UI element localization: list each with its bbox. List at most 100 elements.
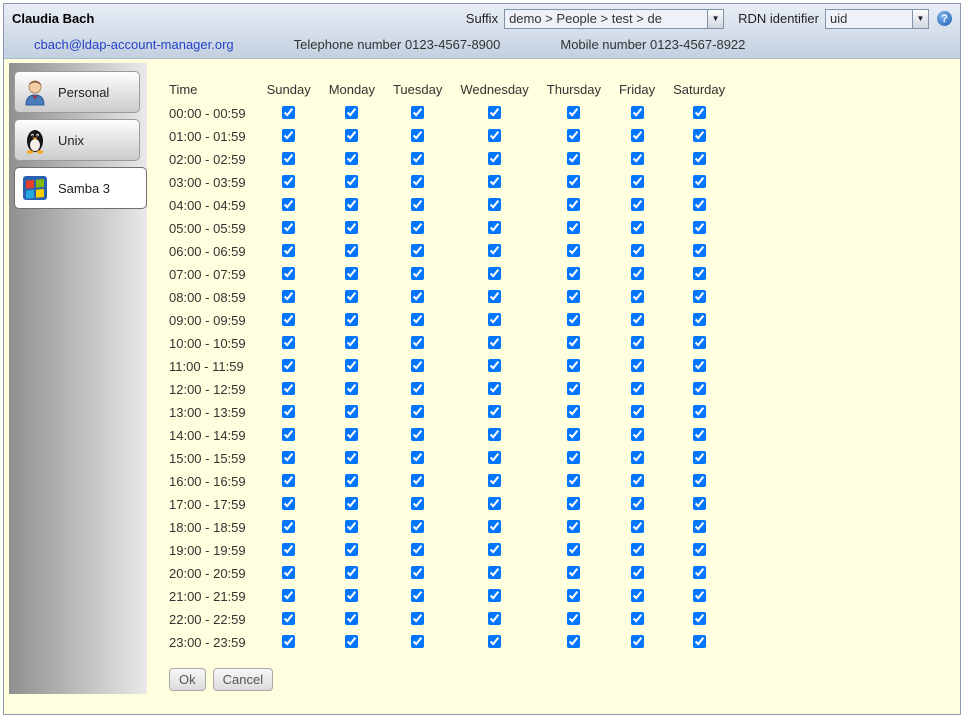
hour-checkbox[interactable]: [345, 129, 358, 142]
hour-checkbox[interactable]: [488, 474, 501, 487]
hour-checkbox[interactable]: [282, 290, 295, 303]
hour-checkbox[interactable]: [693, 382, 706, 395]
hour-checkbox[interactable]: [282, 543, 295, 556]
hour-checkbox[interactable]: [488, 290, 501, 303]
hour-checkbox[interactable]: [411, 175, 424, 188]
hour-checkbox[interactable]: [411, 267, 424, 280]
hour-checkbox[interactable]: [693, 198, 706, 211]
hour-checkbox[interactable]: [345, 106, 358, 119]
hour-checkbox[interactable]: [567, 359, 580, 372]
hour-checkbox[interactable]: [411, 152, 424, 165]
hour-checkbox[interactable]: [567, 313, 580, 326]
hour-checkbox[interactable]: [282, 267, 295, 280]
hour-checkbox[interactable]: [411, 106, 424, 119]
hour-checkbox[interactable]: [282, 428, 295, 441]
hour-checkbox[interactable]: [488, 129, 501, 142]
hour-checkbox[interactable]: [488, 589, 501, 602]
hour-checkbox[interactable]: [411, 405, 424, 418]
hour-checkbox[interactable]: [411, 290, 424, 303]
hour-checkbox[interactable]: [411, 336, 424, 349]
hour-checkbox[interactable]: [488, 175, 501, 188]
hour-checkbox[interactable]: [631, 405, 644, 418]
hour-checkbox[interactable]: [631, 244, 644, 257]
hour-checkbox[interactable]: [567, 106, 580, 119]
rdn-identifier-select[interactable]: uid ▼: [825, 9, 929, 29]
hour-checkbox[interactable]: [693, 520, 706, 533]
hour-checkbox[interactable]: [693, 290, 706, 303]
hour-checkbox[interactable]: [631, 543, 644, 556]
hour-checkbox[interactable]: [411, 244, 424, 257]
hour-checkbox[interactable]: [345, 267, 358, 280]
hour-checkbox[interactable]: [567, 290, 580, 303]
hour-checkbox[interactable]: [693, 543, 706, 556]
hour-checkbox[interactable]: [282, 405, 295, 418]
hour-checkbox[interactable]: [631, 359, 644, 372]
hour-checkbox[interactable]: [567, 175, 580, 188]
hour-checkbox[interactable]: [631, 267, 644, 280]
ok-button[interactable]: Ok: [169, 668, 206, 691]
hour-checkbox[interactable]: [631, 566, 644, 579]
hour-checkbox[interactable]: [631, 221, 644, 234]
hour-checkbox[interactable]: [567, 267, 580, 280]
hour-checkbox[interactable]: [631, 152, 644, 165]
hour-checkbox[interactable]: [567, 589, 580, 602]
hour-checkbox[interactable]: [631, 612, 644, 625]
hour-checkbox[interactable]: [282, 152, 295, 165]
hour-checkbox[interactable]: [345, 175, 358, 188]
hour-checkbox[interactable]: [567, 635, 580, 648]
suffix-select[interactable]: demo > People > test > de ▼: [504, 9, 724, 29]
hour-checkbox[interactable]: [488, 152, 501, 165]
hour-checkbox[interactable]: [693, 451, 706, 464]
hour-checkbox[interactable]: [488, 313, 501, 326]
hour-checkbox[interactable]: [631, 336, 644, 349]
hour-checkbox[interactable]: [488, 336, 501, 349]
hour-checkbox[interactable]: [282, 497, 295, 510]
hour-checkbox[interactable]: [693, 566, 706, 579]
hour-checkbox[interactable]: [345, 152, 358, 165]
hour-checkbox[interactable]: [567, 198, 580, 211]
hour-checkbox[interactable]: [567, 566, 580, 579]
hour-checkbox[interactable]: [411, 451, 424, 464]
hour-checkbox[interactable]: [631, 382, 644, 395]
hour-checkbox[interactable]: [411, 566, 424, 579]
hour-checkbox[interactable]: [411, 428, 424, 441]
hour-checkbox[interactable]: [693, 313, 706, 326]
hour-checkbox[interactable]: [693, 612, 706, 625]
hour-checkbox[interactable]: [282, 382, 295, 395]
hour-checkbox[interactable]: [488, 451, 501, 464]
hour-checkbox[interactable]: [693, 129, 706, 142]
hour-checkbox[interactable]: [693, 175, 706, 188]
hour-checkbox[interactable]: [631, 129, 644, 142]
hour-checkbox[interactable]: [488, 543, 501, 556]
hour-checkbox[interactable]: [488, 635, 501, 648]
hour-checkbox[interactable]: [693, 359, 706, 372]
hour-checkbox[interactable]: [567, 543, 580, 556]
hour-checkbox[interactable]: [345, 359, 358, 372]
hour-checkbox[interactable]: [631, 474, 644, 487]
hour-checkbox[interactable]: [345, 382, 358, 395]
hour-checkbox[interactable]: [488, 359, 501, 372]
hour-checkbox[interactable]: [411, 129, 424, 142]
help-icon[interactable]: ?: [937, 11, 952, 26]
hour-checkbox[interactable]: [345, 313, 358, 326]
hour-checkbox[interactable]: [345, 635, 358, 648]
hour-checkbox[interactable]: [411, 612, 424, 625]
hour-checkbox[interactable]: [631, 428, 644, 441]
hour-checkbox[interactable]: [282, 106, 295, 119]
hour-checkbox[interactable]: [282, 359, 295, 372]
hour-checkbox[interactable]: [567, 428, 580, 441]
hour-checkbox[interactable]: [282, 244, 295, 257]
hour-checkbox[interactable]: [282, 336, 295, 349]
tab-personal[interactable]: Personal: [14, 71, 140, 113]
hour-checkbox[interactable]: [631, 451, 644, 464]
hour-checkbox[interactable]: [693, 589, 706, 602]
hour-checkbox[interactable]: [488, 405, 501, 418]
hour-checkbox[interactable]: [693, 221, 706, 234]
hour-checkbox[interactable]: [282, 198, 295, 211]
hour-checkbox[interactable]: [345, 198, 358, 211]
hour-checkbox[interactable]: [282, 589, 295, 602]
hour-checkbox[interactable]: [411, 359, 424, 372]
hour-checkbox[interactable]: [631, 175, 644, 188]
hour-checkbox[interactable]: [693, 474, 706, 487]
hour-checkbox[interactable]: [411, 635, 424, 648]
